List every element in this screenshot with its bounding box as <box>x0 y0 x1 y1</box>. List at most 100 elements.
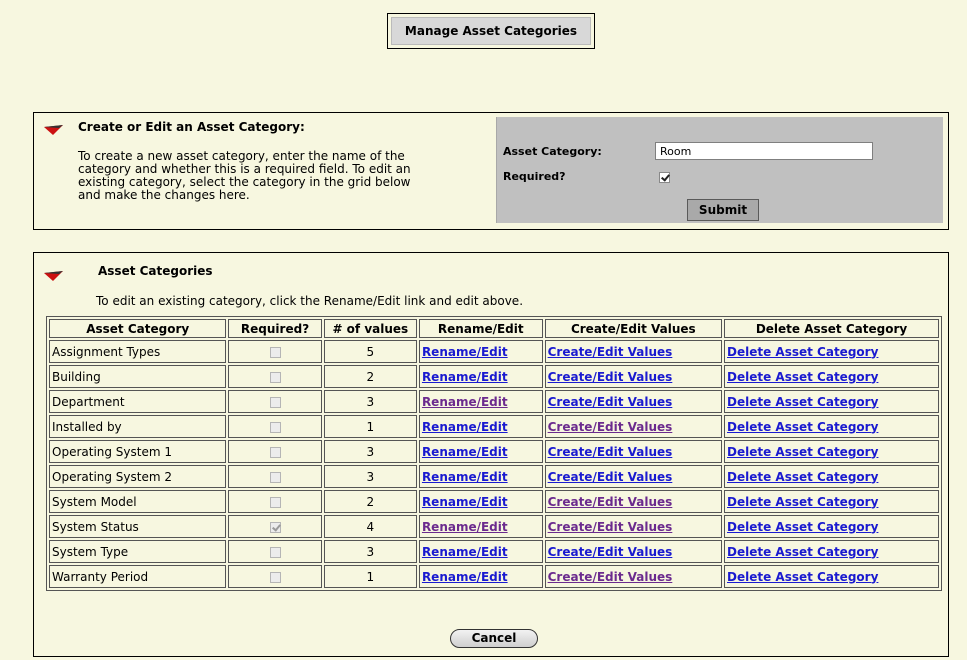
create-edit-values-link[interactable]: Create/Edit Values <box>548 570 673 584</box>
required-checkbox-disabled <box>269 571 281 583</box>
table-row: System Type 3 Rename/Edit Create/Edit Value… <box>49 540 939 563</box>
delete-asset-category-link[interactable]: Delete Asset Category <box>727 370 878 384</box>
create-edit-values-cell: Create/Edit Values <box>544 415 723 438</box>
delete-asset-category-link[interactable]: Delete Asset Category <box>727 520 878 534</box>
manage-asset-categories-button[interactable]: Manage Asset Categories <box>387 13 595 49</box>
rename-edit-cell: Rename/Edit <box>418 515 543 538</box>
col-num-values: # of values <box>323 319 417 338</box>
category-name-cell: Warranty Period <box>49 565 227 588</box>
rename-edit-link[interactable]: Rename/Edit <box>422 420 508 434</box>
create-edit-values-cell: Create/Edit Values <box>544 515 723 538</box>
rename-edit-cell: Rename/Edit <box>418 540 543 563</box>
create-edit-values-link[interactable]: Create/Edit Values <box>548 495 673 509</box>
cancel-button[interactable]: Cancel <box>450 629 538 648</box>
rename-edit-link[interactable]: Rename/Edit <box>422 370 508 384</box>
required-checkbox-disabled <box>269 446 281 458</box>
delete-asset-category-cell: Delete Asset Category <box>724 415 939 438</box>
asset-categories-table: Asset Category Required? # of values Ren… <box>46 316 942 591</box>
col-delete-asset-category: Delete Asset Category <box>724 319 939 338</box>
asset-category-input[interactable] <box>655 142 873 160</box>
value-count-cell: 1 <box>323 415 417 438</box>
rename-edit-link[interactable]: Rename/Edit <box>422 570 508 584</box>
create-edit-values-cell: Create/Edit Values <box>544 340 723 363</box>
table-row: Operating System 1 3 Rename/Edit Create/Edi… <box>49 440 939 463</box>
required-cell <box>228 490 322 513</box>
create-edit-values-link[interactable]: Create/Edit Values <box>548 345 673 359</box>
rename-edit-cell: Rename/Edit <box>418 365 543 388</box>
category-name-cell: Building <box>49 365 227 388</box>
value-count-cell: 4 <box>323 515 417 538</box>
asset-category-label: Asset Category: <box>503 145 602 158</box>
value-count-cell: 3 <box>323 540 417 563</box>
create-edit-values-link[interactable]: Create/Edit Values <box>548 395 673 409</box>
rename-edit-link[interactable]: Rename/Edit <box>422 520 508 534</box>
delete-asset-category-cell: Delete Asset Category <box>724 340 939 363</box>
table-row: Department 3 Rename/Edit Create/Edit Values… <box>49 390 939 413</box>
delete-asset-category-link[interactable]: Delete Asset Category <box>727 545 878 559</box>
table-row: Building 2 Rename/Edit Create/Edit Values De… <box>49 365 939 388</box>
asset-category-form: Asset Category: Required? Submit <box>496 117 943 223</box>
delete-asset-category-link[interactable]: Delete Asset Category <box>727 420 878 434</box>
required-cell <box>228 340 322 363</box>
rename-edit-link[interactable]: Rename/Edit <box>422 545 508 559</box>
delete-asset-category-link[interactable]: Delete Asset Category <box>727 395 878 409</box>
rename-edit-link[interactable]: Rename/Edit <box>422 445 508 459</box>
category-name-cell: System Status <box>49 515 227 538</box>
category-name-cell: Operating System 1 <box>49 440 227 463</box>
red-arrow-icon <box>44 125 63 135</box>
required-cell <box>228 540 322 563</box>
delete-asset-category-link[interactable]: Delete Asset Category <box>727 570 878 584</box>
asset-categories-instructions: To edit an existing category, click the … <box>96 294 524 308</box>
required-checkbox-disabled <box>269 371 281 383</box>
rename-edit-link[interactable]: Rename/Edit <box>422 395 508 409</box>
delete-asset-category-cell: Delete Asset Category <box>724 540 939 563</box>
required-checkbox-disabled <box>269 496 281 508</box>
table-row: Operating System 2 3 Rename/Edit Create/Edi… <box>49 465 939 488</box>
category-name-cell: Installed by <box>49 415 227 438</box>
required-checkbox-disabled <box>269 396 281 408</box>
col-create-edit-values: Create/Edit Values <box>544 319 723 338</box>
rename-edit-cell: Rename/Edit <box>418 390 543 413</box>
create-edit-values-link[interactable]: Create/Edit Values <box>548 545 673 559</box>
category-name-cell: Operating System 2 <box>49 465 227 488</box>
create-edit-values-link[interactable]: Create/Edit Values <box>548 445 673 459</box>
rename-edit-cell: Rename/Edit <box>418 565 543 588</box>
table-body: Assignment Types 5 Rename/Edit Create/Edit … <box>49 340 939 588</box>
create-edit-title: Create or Edit an Asset Category: <box>78 120 305 134</box>
submit-button[interactable]: Submit <box>687 199 759 221</box>
required-label: Required? <box>503 170 566 183</box>
delete-asset-category-link[interactable]: Delete Asset Category <box>727 345 878 359</box>
create-edit-values-link[interactable]: Create/Edit Values <box>548 520 673 534</box>
delete-asset-category-link[interactable]: Delete Asset Category <box>727 470 878 484</box>
delete-asset-category-cell: Delete Asset Category <box>724 365 939 388</box>
rename-edit-cell: Rename/Edit <box>418 440 543 463</box>
rename-edit-cell: Rename/Edit <box>418 465 543 488</box>
rename-edit-link[interactable]: Rename/Edit <box>422 495 508 509</box>
required-checkbox-disabled <box>269 546 281 558</box>
page-title: Manage Asset Categories <box>391 17 591 45</box>
delete-asset-category-cell: Delete Asset Category <box>724 440 939 463</box>
value-count-cell: 2 <box>323 490 417 513</box>
category-name-cell: System Model <box>49 490 227 513</box>
create-edit-values-link[interactable]: Create/Edit Values <box>548 420 673 434</box>
table-row: Assignment Types 5 Rename/Edit Create/Edit … <box>49 340 939 363</box>
required-checkbox-disabled <box>269 421 281 433</box>
required-cell <box>228 390 322 413</box>
rename-edit-cell: Rename/Edit <box>418 490 543 513</box>
create-edit-values-cell: Create/Edit Values <box>544 440 723 463</box>
rename-edit-link[interactable]: Rename/Edit <box>422 470 508 484</box>
delete-asset-category-cell: Delete Asset Category <box>724 565 939 588</box>
required-cell <box>228 440 322 463</box>
col-asset-category: Asset Category <box>49 319 227 338</box>
required-checkbox-disabled <box>269 346 281 358</box>
create-edit-values-cell: Create/Edit Values <box>544 540 723 563</box>
create-edit-values-link[interactable]: Create/Edit Values <box>548 370 673 384</box>
delete-asset-category-link[interactable]: Delete Asset Category <box>727 495 878 509</box>
create-edit-values-cell: Create/Edit Values <box>544 365 723 388</box>
required-checkbox[interactable] <box>659 172 670 183</box>
asset-categories-panel: Asset Categories To edit an existing cat… <box>33 252 949 657</box>
delete-asset-category-link[interactable]: Delete Asset Category <box>727 445 878 459</box>
rename-edit-link[interactable]: Rename/Edit <box>422 345 508 359</box>
create-edit-values-link[interactable]: Create/Edit Values <box>548 470 673 484</box>
required-cell <box>228 465 322 488</box>
